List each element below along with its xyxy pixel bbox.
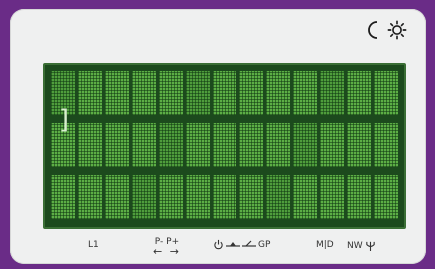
label-power-group[interactable]: GP — [213, 239, 270, 250]
lcd-cell — [185, 175, 210, 219]
power-icon — [214, 239, 223, 250]
lcd-cell — [77, 123, 102, 167]
hydrant-valve-icon — [242, 240, 256, 247]
lcd-cell — [104, 175, 129, 219]
antenna-icon — [365, 241, 375, 251]
lcd-cell — [347, 71, 372, 115]
label-nw: NW — [347, 240, 363, 251]
lcd-cell — [77, 71, 102, 115]
button-label-strip: L1 P- P+ ← → GP M|D NW — [10, 237, 426, 267]
lcd-display: ] — [43, 63, 406, 229]
lcd-row-1 — [51, 71, 398, 115]
lcd-cell — [320, 175, 345, 219]
lcd-cell — [77, 175, 102, 219]
lcd-cell — [320, 123, 345, 167]
lcd-cell — [374, 71, 398, 115]
cursor-bracket: ] — [57, 105, 73, 135]
lcd-character-grid — [51, 71, 398, 221]
nav-arrows: ← → — [153, 245, 181, 258]
label-mid[interactable]: M|D — [316, 240, 334, 250]
label-l1[interactable]: L1 — [88, 240, 99, 250]
lcd-cell — [239, 175, 264, 219]
label-program-nav[interactable]: P- P+ ← → — [153, 237, 181, 257]
lcd-cell — [374, 123, 398, 167]
lcd-cell — [158, 123, 183, 167]
lcd-cell — [131, 175, 156, 219]
device-panel: ] L1 P- P+ ← → GP M|D NW — [10, 9, 426, 264]
arrow-right[interactable]: → — [170, 245, 181, 258]
lcd-cell — [185, 71, 210, 115]
theme-toggle[interactable] — [364, 19, 407, 41]
lcd-cell — [158, 71, 183, 115]
lcd-cell — [51, 175, 75, 219]
label-gp: GP — [258, 239, 271, 250]
lcd-cell — [212, 123, 237, 167]
hydrant-valve-icon — [226, 241, 240, 247]
lcd-cell — [293, 123, 318, 167]
lcd-cell — [266, 123, 291, 167]
lcd-cell — [131, 71, 156, 115]
sun-icon[interactable] — [387, 19, 407, 41]
lcd-cell — [293, 71, 318, 115]
lcd-row-2 — [51, 123, 398, 167]
lcd-cell — [374, 175, 398, 219]
lcd-cell — [266, 175, 291, 219]
lcd-cell — [131, 123, 156, 167]
lcd-cell — [104, 71, 129, 115]
moon-icon[interactable] — [364, 19, 384, 41]
program-nav-group: P- P+ ← → — [153, 237, 181, 257]
lcd-cell — [320, 71, 345, 115]
lcd-row-3 — [51, 175, 398, 219]
lcd-cell — [293, 175, 318, 219]
lcd-cell — [266, 71, 291, 115]
lcd-cell — [212, 175, 237, 219]
lcd-cell — [104, 123, 129, 167]
lcd-cell — [239, 123, 264, 167]
lcd-cell — [347, 175, 372, 219]
lcd-cell — [185, 123, 210, 167]
lcd-cell — [239, 71, 264, 115]
arrow-left[interactable]: ← — [153, 245, 164, 258]
label-nw-group[interactable]: NW — [347, 240, 376, 251]
lcd-cell — [347, 123, 372, 167]
lcd-cell — [212, 71, 237, 115]
lcd-cell — [158, 175, 183, 219]
